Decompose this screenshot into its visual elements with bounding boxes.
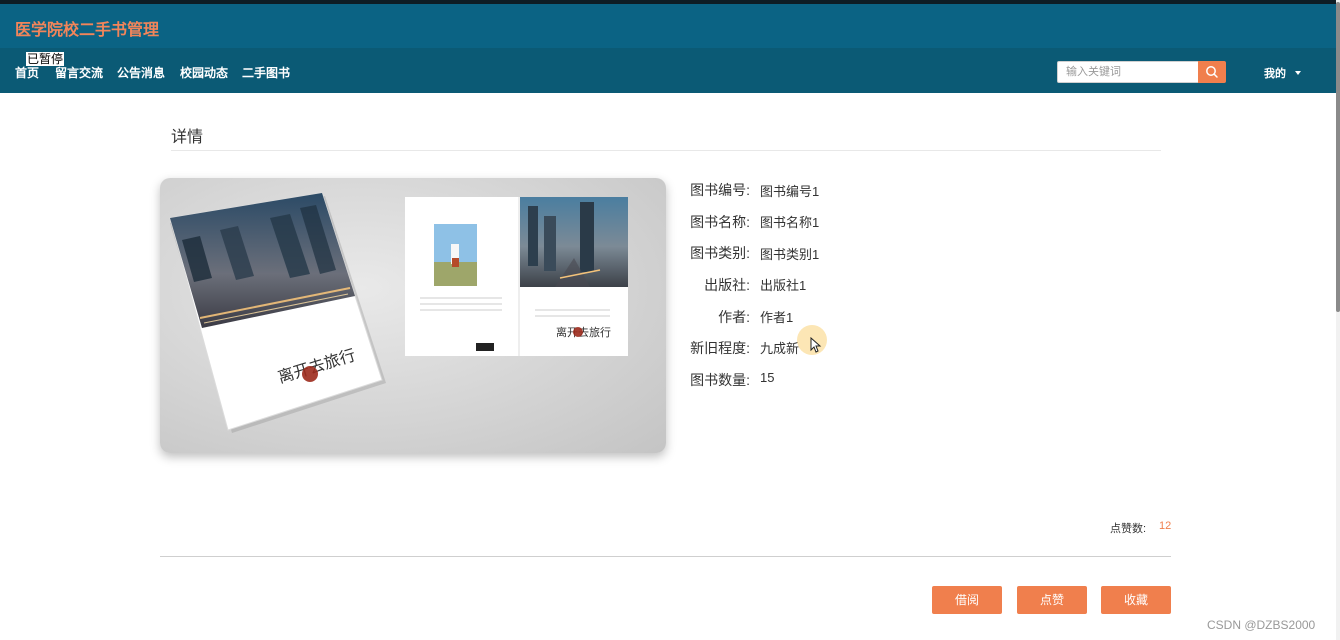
page-scrollbar-thumb[interactable]	[1336, 2, 1340, 312]
likes-label: 点赞数:	[1110, 523, 1147, 535]
detail-label-quantity: 图书数量:	[690, 372, 750, 388]
detail-value-quantity: 15	[760, 370, 775, 385]
detail-value-publisher: 出版社1	[760, 278, 807, 293]
paused-overlay-label: 已暂停	[26, 52, 65, 66]
book-image: 离开去旅行 离开去旅行	[160, 178, 666, 453]
title-divider	[171, 150, 1161, 151]
mouse-pointer-icon	[810, 337, 822, 353]
watermark-text: CSDN @DZBS2000	[1207, 618, 1316, 632]
detail-label-book-id: 图书编号:	[690, 182, 750, 198]
site-title: 医学院校二手书管理	[15, 22, 160, 39]
like-button[interactable]: 点赞	[1017, 586, 1087, 614]
detail-value-book-category: 图书类别1	[760, 247, 820, 262]
search-input[interactable]	[1057, 61, 1199, 83]
detail-value-book-name: 图书名称1	[760, 215, 820, 230]
search-icon	[1206, 66, 1218, 78]
nav-item-announcements[interactable]: 公告消息	[117, 64, 165, 81]
site-header: 医学院校二手书管理	[0, 4, 1336, 48]
detail-value-book-id: 图书编号1	[760, 184, 820, 199]
nav-item-messages[interactable]: 留言交流	[55, 64, 103, 81]
borrow-button[interactable]: 借阅	[932, 586, 1002, 614]
nav-item-home[interactable]: 首页	[15, 64, 39, 81]
detail-value-author: 作者1	[760, 310, 794, 325]
book-cover-illustration: 离开去旅行 离开去旅行	[169, 192, 628, 433]
user-menu[interactable]: 我的	[1264, 65, 1286, 81]
actions-divider	[160, 556, 1171, 557]
detail-label-book-category: 图书类别:	[690, 245, 750, 261]
chevron-down-icon[interactable]	[1295, 71, 1301, 75]
nav-item-campus-news[interactable]: 校园动态	[180, 64, 228, 81]
likes-count: 12	[1159, 520, 1172, 532]
back-cover-title: 离开去旅行	[556, 325, 611, 339]
detail-label-publisher: 出版社:	[704, 277, 750, 293]
favorite-button[interactable]: 收藏	[1101, 586, 1171, 614]
search-button[interactable]	[1198, 61, 1226, 83]
detail-label-book-name: 图书名称:	[690, 214, 750, 230]
section-title: 详情	[171, 129, 204, 146]
nav-item-used-books[interactable]: 二手图书	[242, 64, 290, 81]
detail-label-condition: 新旧程度:	[690, 340, 750, 356]
detail-label-author: 作者:	[718, 309, 750, 325]
detail-value-condition: 九成新	[760, 341, 800, 356]
